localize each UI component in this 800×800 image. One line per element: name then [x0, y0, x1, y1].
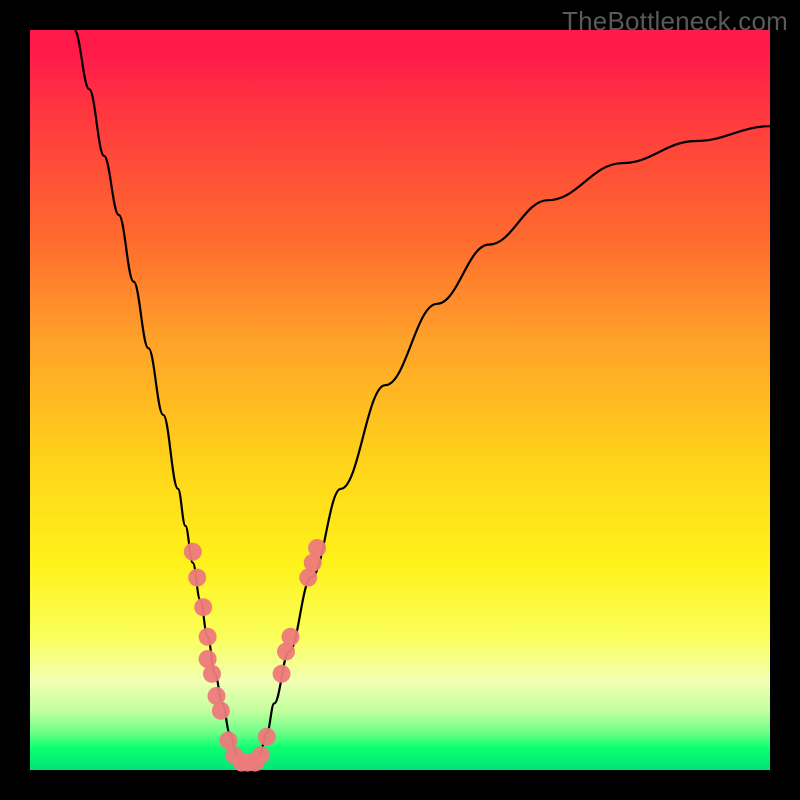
chart-svg	[30, 30, 770, 770]
data-marker	[212, 702, 230, 720]
data-marker	[308, 539, 326, 557]
marker-group	[184, 539, 326, 772]
data-marker	[194, 598, 212, 616]
data-marker	[252, 746, 270, 764]
data-marker	[258, 728, 276, 746]
data-marker	[203, 665, 221, 683]
data-marker	[273, 665, 291, 683]
data-marker	[199, 628, 217, 646]
data-marker	[188, 569, 206, 587]
data-marker	[184, 543, 202, 561]
plot-area	[30, 30, 770, 770]
data-marker	[282, 628, 300, 646]
chart-canvas: TheBottleneck.com	[0, 0, 800, 800]
watermark-text: TheBottleneck.com	[562, 6, 788, 37]
bottleneck-curve	[74, 30, 770, 763]
